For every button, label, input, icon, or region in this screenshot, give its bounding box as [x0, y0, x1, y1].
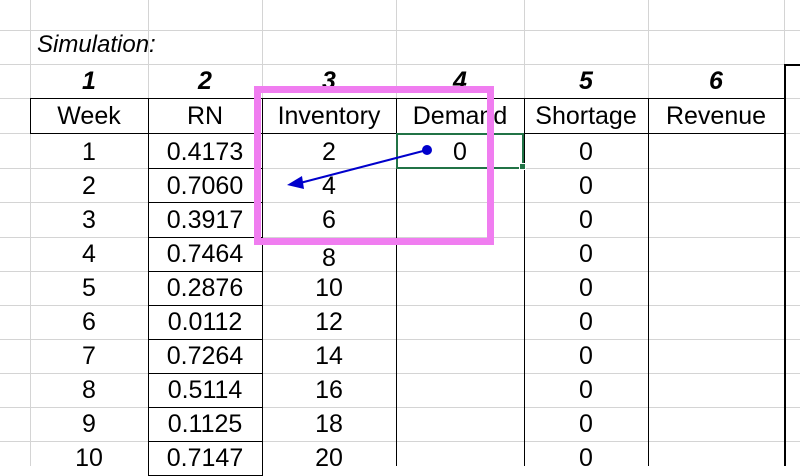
inventory-cell[interactable]: 2 [262, 135, 396, 169]
inventory-cell[interactable]: 16 [262, 373, 396, 407]
column-number[interactable]: 4 [396, 64, 524, 98]
shortage-cell[interactable]: 0 [524, 339, 648, 373]
inventory-cell[interactable]: 20 [262, 441, 396, 475]
header-demand[interactable]: Demand [396, 99, 524, 133]
rn-cell[interactable]: 0.7060 [148, 169, 262, 203]
rn-cell[interactable]: 0.7147 [148, 441, 262, 475]
header-shortage[interactable]: Shortage [524, 99, 648, 133]
demand-cell[interactable] [396, 305, 524, 339]
week-cell[interactable]: 2 [30, 169, 148, 203]
column-border [648, 133, 649, 466]
rn-cell[interactable]: 0.1125 [148, 407, 262, 441]
header-revenue[interactable]: Revenue [648, 99, 784, 133]
demand-cell[interactable] [396, 441, 524, 475]
shortage-cell[interactable]: 0 [524, 441, 648, 475]
demand-cell[interactable] [396, 169, 524, 203]
header-week[interactable]: Week [30, 99, 148, 133]
fill-handle[interactable] [519, 163, 526, 170]
week-cell[interactable]: 7 [30, 339, 148, 373]
demand-cell[interactable] [396, 237, 524, 271]
shortage-cell[interactable]: 0 [524, 305, 648, 339]
inventory-cell[interactable]: 6 [262, 203, 396, 237]
column-number[interactable]: 6 [648, 64, 784, 98]
inventory-cell[interactable]: 10 [262, 271, 396, 305]
column-number[interactable]: 3 [262, 64, 396, 98]
shortage-cell[interactable]: 0 [524, 373, 648, 407]
demand-cell[interactable] [396, 339, 524, 373]
rn-cell[interactable]: 0.5114 [148, 373, 262, 407]
inventory-cell[interactable]: 14 [262, 339, 396, 373]
inventory-cell[interactable]: 4 [262, 169, 396, 203]
week-cell[interactable]: 9 [30, 407, 148, 441]
demand-cell[interactable] [396, 373, 524, 407]
inventory-cell[interactable]: 8 [262, 241, 396, 275]
table-border [784, 64, 786, 466]
column-number[interactable]: 5 [524, 64, 648, 98]
shortage-cell[interactable]: 0 [524, 169, 648, 203]
inventory-cell[interactable]: 18 [262, 407, 396, 441]
rn-cell[interactable]: 0.4173 [148, 135, 262, 169]
column-number[interactable]: 1 [30, 64, 148, 98]
shortage-cell[interactable]: 0 [524, 271, 648, 305]
week-cell[interactable]: 8 [30, 373, 148, 407]
selected-cell-outline[interactable] [396, 133, 524, 169]
inventory-cell[interactable]: 12 [262, 305, 396, 339]
simulation-title: Simulation: [37, 31, 156, 58]
header-rn[interactable]: RN [148, 99, 262, 133]
rn-cell[interactable]: 0.0112 [148, 305, 262, 339]
demand-cell[interactable] [396, 407, 524, 441]
week-cell[interactable]: 5 [30, 271, 148, 305]
column-number[interactable]: 2 [148, 64, 262, 98]
rn-cell[interactable]: 0.2876 [148, 271, 262, 305]
rn-cell[interactable]: 0.7264 [148, 339, 262, 373]
shortage-cell[interactable]: 0 [524, 203, 648, 237]
table-border [784, 64, 800, 66]
rn-cell[interactable]: 0.3917 [148, 203, 262, 237]
rn-cell[interactable]: 0.7464 [148, 237, 262, 271]
shortage-cell[interactable]: 0 [524, 237, 648, 271]
week-cell[interactable]: 10 [30, 441, 148, 475]
shortage-cell[interactable]: 0 [524, 135, 648, 169]
week-cell[interactable]: 3 [30, 203, 148, 237]
week-cell[interactable]: 6 [30, 305, 148, 339]
demand-cell[interactable] [396, 271, 524, 305]
week-cell[interactable]: 4 [30, 237, 148, 271]
week-cell[interactable]: 1 [30, 135, 148, 169]
header-inventory[interactable]: Inventory [262, 99, 396, 133]
demand-cell[interactable] [396, 203, 524, 237]
shortage-cell[interactable]: 0 [524, 407, 648, 441]
